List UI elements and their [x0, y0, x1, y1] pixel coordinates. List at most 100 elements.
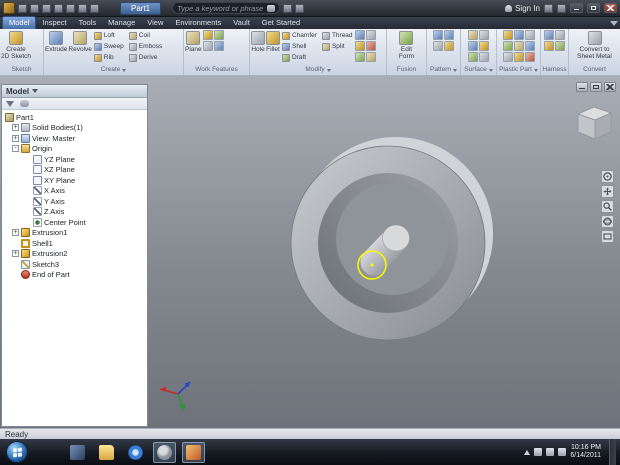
- direct-edit-icon[interactable]: [365, 52, 376, 62]
- keyword-search-input[interactable]: [177, 3, 266, 13]
- print-icon[interactable]: [78, 3, 87, 13]
- filter-icon[interactable]: [6, 100, 14, 107]
- tree-item-y-axis[interactable]: Y Axis: [2, 196, 147, 207]
- zoom-icon[interactable]: [601, 200, 614, 213]
- minimize-ribbon-icon[interactable]: [610, 21, 618, 26]
- lip-icon[interactable]: [524, 41, 535, 51]
- connector-icon[interactable]: [555, 41, 565, 51]
- coil-button[interactable]: Coil: [128, 30, 163, 41]
- chamfer-button[interactable]: Chamfer: [281, 30, 318, 41]
- exchange-apps-icon[interactable]: [544, 3, 553, 13]
- start-button[interactable]: [6, 441, 28, 463]
- collapse-icon[interactable]: -: [12, 145, 19, 153]
- look-at-icon[interactable]: [601, 230, 614, 243]
- favorites-icon[interactable]: [295, 3, 305, 13]
- tree-item-shell1[interactable]: Shell1: [2, 238, 147, 249]
- maximize-button[interactable]: [587, 3, 600, 13]
- group-label-surface[interactable]: Surface: [461, 65, 496, 75]
- shell-button[interactable]: Shell: [281, 41, 318, 52]
- tab-tools[interactable]: Tools: [73, 17, 103, 29]
- navigation-wheel-icon[interactable]: [601, 170, 614, 183]
- snap-fit-icon[interactable]: [502, 41, 513, 51]
- doc-close-icon[interactable]: [604, 82, 616, 92]
- convert-to-sheet-metal-button[interactable]: Convert to Sheet Metal: [577, 30, 612, 60]
- emboss-button[interactable]: Emboss: [128, 41, 163, 52]
- find-icon[interactable]: [20, 100, 29, 107]
- delete-face-icon[interactable]: [365, 41, 376, 51]
- show-desktop-button[interactable]: [609, 439, 616, 465]
- segment-icon[interactable]: [555, 30, 565, 40]
- taskbar-clock[interactable]: 10:16 PM 6/14/2011: [570, 444, 601, 460]
- save-icon[interactable]: [42, 3, 51, 13]
- tab-view[interactable]: View: [141, 17, 169, 29]
- fillet-button[interactable]: Fillet: [266, 30, 280, 53]
- tree-item-part1[interactable]: Part1: [2, 112, 147, 123]
- extrude-button[interactable]: Extrude: [45, 30, 67, 53]
- undo-icon[interactable]: [54, 3, 63, 13]
- tree-item-xy-plane[interactable]: XY Plane: [2, 175, 147, 186]
- grounded-point-icon[interactable]: [213, 41, 224, 51]
- group-label-create[interactable]: Create: [44, 65, 183, 75]
- ruled-surface-icon[interactable]: [479, 52, 489, 62]
- tree-item-center-point[interactable]: Center Point: [2, 217, 147, 228]
- tree-item-x-axis[interactable]: X Axis: [2, 186, 147, 197]
- tree-item-solid-bodies[interactable]: + Solid Bodies(1): [2, 123, 147, 134]
- plane-button[interactable]: Plane: [185, 30, 202, 53]
- view-cube[interactable]: [577, 106, 612, 140]
- sign-in-button[interactable]: Sign In: [505, 4, 540, 13]
- mold-icon[interactable]: [513, 52, 524, 62]
- inventor-app-icon[interactable]: [3, 2, 15, 14]
- tree-item-origin[interactable]: - Origin: [2, 144, 147, 155]
- derive-button[interactable]: Derive: [128, 52, 163, 63]
- cross-section-icon[interactable]: [524, 52, 535, 62]
- stitch-icon[interactable]: [468, 30, 478, 40]
- sweep-button[interactable]: Sweep: [93, 41, 125, 52]
- binoculars-icon[interactable]: [267, 4, 276, 12]
- group-label-work-features[interactable]: Work Features: [184, 65, 249, 75]
- boss-face[interactable]: [382, 224, 410, 252]
- patch-icon[interactable]: [479, 30, 489, 40]
- paint-taskbar-button[interactable]: [182, 441, 205, 463]
- revolve-button[interactable]: Revolve: [68, 30, 92, 53]
- new-file-icon[interactable]: [18, 3, 27, 13]
- volume-icon[interactable]: [558, 448, 567, 456]
- group-label-sketch[interactable]: Sketch: [0, 65, 43, 75]
- circular-pattern-icon[interactable]: [444, 30, 454, 40]
- rest-icon[interactable]: [524, 30, 535, 40]
- viewport-3d[interactable]: Model Part1 + Solid Bodies(1) + View: Ma…: [0, 76, 620, 428]
- sketch-pattern-icon[interactable]: [444, 41, 454, 51]
- minimize-button[interactable]: [570, 3, 583, 13]
- sculpt-icon[interactable]: [468, 52, 478, 62]
- draft-button[interactable]: Draft: [281, 52, 318, 63]
- grill-icon[interactable]: [502, 30, 513, 40]
- network-icon[interactable]: [546, 448, 555, 456]
- thicken-offset-icon[interactable]: [354, 52, 365, 62]
- tab-vault[interactable]: Vault: [227, 17, 256, 29]
- show-hidden-icons-icon[interactable]: [524, 449, 531, 455]
- wire-icon[interactable]: [544, 41, 554, 51]
- media-player-taskbar-button[interactable]: [66, 442, 89, 463]
- boss-icon[interactable]: [513, 30, 524, 40]
- close-button[interactable]: [604, 3, 617, 13]
- mirror-icon[interactable]: [433, 41, 443, 51]
- tree-item-extrusion1[interactable]: + Extrusion1: [2, 228, 147, 239]
- group-label-plastic-part[interactable]: Plastic Part: [497, 65, 540, 75]
- ucs-icon[interactable]: [202, 41, 213, 51]
- thread-button[interactable]: Thread: [321, 30, 354, 41]
- move-face-icon[interactable]: [354, 30, 365, 40]
- route-icon[interactable]: [544, 30, 554, 40]
- group-label-convert[interactable]: Convert: [569, 65, 620, 75]
- expand-icon[interactable]: +: [12, 250, 19, 258]
- tree-item-yz-plane[interactable]: YZ Plane: [2, 154, 147, 165]
- doc-restore-icon[interactable]: [590, 82, 602, 92]
- rectangular-pattern-icon[interactable]: [433, 30, 443, 40]
- browser-header[interactable]: Model: [2, 85, 147, 98]
- group-label-modify[interactable]: Modify: [250, 65, 386, 75]
- draft-analysis-icon[interactable]: [502, 52, 513, 62]
- tab-get-started[interactable]: Get Started: [256, 17, 306, 29]
- windows-explorer-taskbar-button[interactable]: [95, 442, 118, 463]
- update-icon[interactable]: [90, 3, 99, 13]
- split-button[interactable]: Split: [321, 41, 354, 52]
- tree-item-view-master[interactable]: + View: Master: [2, 133, 147, 144]
- move-bodies-icon[interactable]: [354, 41, 365, 51]
